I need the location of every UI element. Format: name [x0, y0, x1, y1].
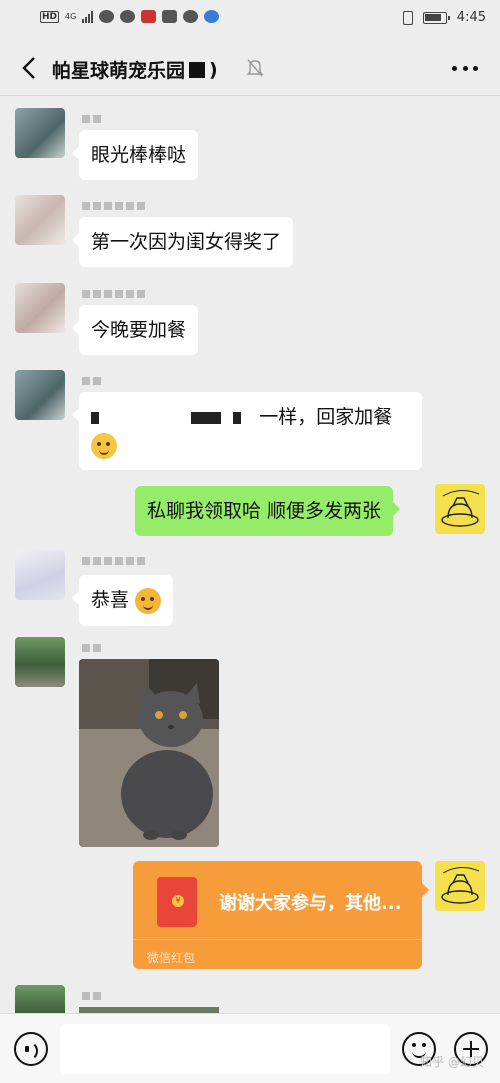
sync-icon [120, 10, 136, 23]
avatar[interactable] [15, 985, 65, 1013]
signal-icon [82, 10, 94, 23]
input-bar [0, 1013, 500, 1083]
planet-logo-icon [441, 867, 480, 904]
app-notification-icon-2 [162, 10, 178, 23]
sender-name [82, 289, 145, 299]
red-packet-divider [133, 939, 422, 940]
battery-icon [422, 11, 450, 24]
avatar[interactable] [15, 637, 65, 687]
avatar[interactable] [15, 283, 65, 333]
message-bubble[interactable]: 恭喜 [71, 575, 174, 626]
self-avatar[interactable] [435, 861, 485, 911]
red-packet-icon [157, 877, 197, 927]
message-bubble[interactable]: 第一次因为闺女得奖了 [71, 217, 294, 267]
cat-photo[interactable] [79, 659, 219, 847]
chat-title-suffix: ) [209, 58, 218, 81]
message-text: 恭喜 [91, 589, 130, 611]
sender-name [82, 376, 101, 386]
message-bubble[interactable]: 今晚要加餐 [71, 305, 199, 355]
sender-name [82, 556, 145, 566]
title-redaction [189, 61, 206, 78]
status-bar: HD 4G 4:45 [0, 0, 500, 36]
bell-off-icon [246, 59, 264, 77]
vibrate-icon [402, 10, 413, 25]
message-line: 一样，回家加餐 [91, 404, 410, 430]
avatar[interactable] [15, 195, 65, 245]
message-text: 私聊我领取哈 顺便多发两张 [147, 500, 382, 522]
hd-indicator: HD [40, 10, 60, 23]
message-notification-icon [183, 10, 199, 23]
message-line-2 [91, 432, 410, 459]
message-text: 一样，回家加餐 [259, 406, 393, 428]
more-icon[interactable] [452, 64, 478, 72]
text-redaction [233, 411, 242, 424]
message-bubble-outgoing[interactable]: 私聊我领取哈 顺便多发两张 [135, 486, 401, 536]
app-notification-icon-3 [204, 10, 220, 23]
message-bubble[interactable]: 一样，回家加餐 [72, 392, 422, 470]
text-redaction [191, 411, 222, 424]
wifi-icon [99, 10, 115, 23]
message-text: 眼光棒棒哒 [91, 144, 187, 166]
self-avatar[interactable] [435, 484, 485, 534]
avatar[interactable] [15, 550, 65, 600]
avatar[interactable] [15, 108, 65, 158]
thinking-emoji-icon [91, 432, 117, 459]
text-redaction [105, 412, 185, 424]
sender-name [82, 991, 101, 1001]
message-text: 今晚要加餐 [91, 319, 187, 341]
app-notification-icon [141, 10, 157, 23]
sender-name [82, 114, 101, 124]
status-time: 4:45 [456, 10, 486, 25]
message-bubble[interactable]: 眼光棒棒哒 [71, 130, 199, 180]
avatar[interactable] [15, 370, 65, 420]
chat-title-group: 帕星球萌宠乐园 ) [52, 56, 218, 83]
signal-label: 4G [65, 12, 77, 21]
hugging-emoji-icon [135, 587, 162, 614]
red-packet-message[interactable]: 谢谢大家参与，其他... 微信红包 [133, 861, 429, 969]
planet-logo-icon [441, 490, 480, 527]
red-packet-text: 谢谢大家参与，其他... [219, 893, 402, 914]
sender-name [82, 201, 145, 211]
voice-icon[interactable] [14, 1032, 48, 1066]
chat-header: 帕星球萌宠乐园 ) [0, 40, 500, 96]
chat-title: 帕星球萌宠乐园 [52, 60, 186, 82]
watermark: 知乎 @幻贝 [420, 1055, 484, 1069]
back-icon[interactable] [18, 54, 42, 82]
message-text: 第一次因为闺女得奖了 [91, 231, 282, 253]
red-packet-label: 微信红包 [147, 951, 196, 965]
message-input[interactable] [60, 1024, 390, 1074]
status-left: HD 4G [40, 10, 220, 23]
status-right: 4:45 [402, 10, 486, 25]
text-redaction [91, 411, 99, 424]
sender-name [82, 643, 101, 653]
